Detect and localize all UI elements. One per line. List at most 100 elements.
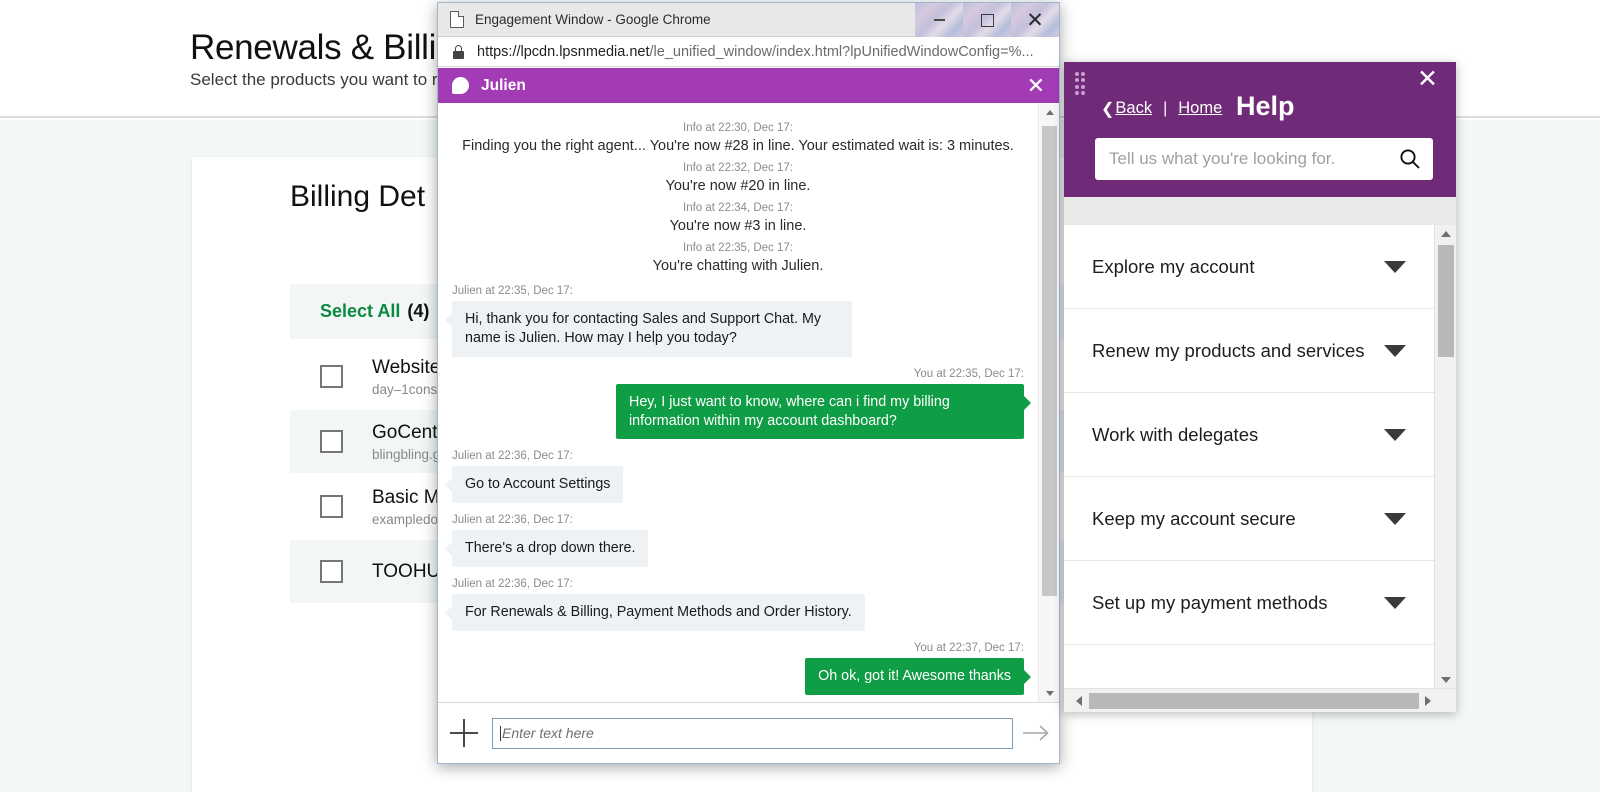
- help-search-input[interactable]: [1109, 149, 1387, 169]
- product-checkbox-3[interactable]: [320, 560, 343, 583]
- help-item-keep-my-account-secure[interactable]: Keep my account secure: [1064, 477, 1434, 561]
- chevron-down-icon: [1384, 260, 1406, 273]
- help-search-box[interactable]: [1095, 138, 1433, 180]
- add-attachment-icon[interactable]: [450, 719, 478, 747]
- help-item-set-up-my-payment-methods[interactable]: Set up my payment methods: [1064, 561, 1434, 645]
- message-time: Info at 22:32, Dec 17:: [683, 162, 793, 174]
- chat-transcript: Info at 22:30, Dec 17: Finding you the r…: [438, 104, 1038, 702]
- chevron-left-icon: ❮: [1101, 101, 1115, 118]
- send-arrow-icon: [1023, 725, 1049, 741]
- help-vertical-scrollbar[interactable]: [1434, 225, 1456, 688]
- close-window-button[interactable]: ✕: [1011, 3, 1059, 37]
- message-time: Info at 22:35, Dec 17:: [683, 242, 793, 254]
- help-item-label: Keep my account secure: [1092, 507, 1296, 529]
- help-topics-list: Explore my account Renew my products and…: [1064, 225, 1456, 688]
- chat-input-bar: Enter text here: [438, 702, 1059, 763]
- message-row: Oh ok, got it! Awesome thanks: [452, 658, 1031, 695]
- page-subtitle: Select the products you want to r: [190, 70, 438, 89]
- message-time: Julien at 22:35, Dec 17:: [452, 285, 573, 297]
- url-text: https://lpcdn.lpsnmedia.net/le_unified_w…: [477, 44, 1034, 60]
- drag-handle-icon[interactable]: [1075, 72, 1089, 96]
- help-back-link[interactable]: Back: [1115, 99, 1152, 118]
- chat-bubble-icon: [452, 77, 469, 94]
- chat-agent-name: Julien: [481, 76, 526, 94]
- help-item-renew-my-products-and-services[interactable]: Renew my products and services: [1064, 309, 1434, 393]
- help-item-work-with-delegates[interactable]: Work with delegates: [1064, 393, 1434, 477]
- message-row: For Renewals & Billing, Payment Methods …: [445, 594, 1024, 632]
- help-hscroll-thumb[interactable]: [1089, 693, 1419, 709]
- help-item-label: Explore my account: [1092, 255, 1255, 277]
- help-panel-header: ✕ ❮ Back | Home Help: [1064, 62, 1456, 197]
- chrome-url-bar[interactable]: https://lpcdn.lpsnmedia.net/le_unified_w…: [438, 37, 1059, 67]
- agent-message-bubble: Hi, thank you for contacting Sales and S…: [445, 301, 852, 357]
- help-scroll-thumb[interactable]: [1438, 245, 1454, 357]
- chat-vertical-scrollbar[interactable]: [1038, 104, 1059, 702]
- message-row: Hey, I just want to know, where can i fi…: [452, 383, 1031, 440]
- help-scroll-down-icon[interactable]: [1435, 671, 1456, 688]
- chat-input-placeholder: Enter text here: [502, 725, 594, 741]
- message-time: Info at 22:30, Dec 17:: [683, 122, 793, 134]
- help-item-explore-my-account[interactable]: Explore my account: [1064, 225, 1434, 309]
- window-controls: ✕: [915, 3, 1059, 37]
- message-row: Go to Account Settings: [444, 466, 1024, 504]
- message-time: Julien at 22:36, Dec 17:: [452, 450, 573, 463]
- engagement-chrome-window: Engagement Window - Google Chrome ✕ http…: [437, 2, 1060, 764]
- message-row: There's a drop down there.: [444, 530, 1024, 568]
- help-home-link[interactable]: Home: [1178, 99, 1222, 118]
- maximize-icon: [963, 3, 1011, 37]
- scroll-down-icon[interactable]: [1039, 685, 1059, 702]
- help-horizontal-scrollbar[interactable]: [1064, 688, 1456, 712]
- search-button[interactable]: [1387, 147, 1433, 171]
- message-row: Hi, thank you for contacting Sales and S…: [445, 301, 1024, 357]
- url-domain: https://lpcdn.lpsnmedia.net: [477, 43, 650, 60]
- user-message-bubble: Hey, I just want to know, where can i fi…: [616, 383, 1031, 440]
- send-message-button[interactable]: [1013, 724, 1059, 742]
- chevron-down-icon: [1384, 428, 1406, 441]
- chevron-down-icon: [1384, 344, 1406, 357]
- help-scroll-left-icon[interactable]: [1070, 689, 1087, 713]
- user-message-bubble: Oh ok, got it! Awesome thanks: [805, 658, 1031, 695]
- product-checkbox-2[interactable]: [320, 495, 343, 518]
- chrome-titlebar[interactable]: Engagement Window - Google Chrome ✕: [438, 3, 1059, 37]
- lock-icon: [453, 44, 464, 59]
- system-message: You're chatting with Julien.: [652, 258, 824, 274]
- maximize-button[interactable]: [963, 3, 1011, 37]
- message-time: Info at 22:34, Dec 17:: [683, 202, 793, 214]
- url-path: /le_unified_window/index.html?lpUnifiedW…: [649, 43, 1034, 60]
- search-icon: [1400, 149, 1420, 169]
- chat-header: Julien ✕: [438, 67, 1059, 103]
- minimize-button[interactable]: [915, 3, 963, 37]
- message-time: Julien at 22:36, Dec 17:: [452, 514, 573, 527]
- close-icon: ✕: [1026, 8, 1044, 32]
- page-title: Renewals & Billing: [190, 28, 475, 67]
- page-document-icon: [450, 11, 464, 28]
- chat-transcript-area: Info at 22:30, Dec 17: Finding you the r…: [438, 104, 1059, 702]
- help-close-button[interactable]: ✕: [1417, 67, 1438, 92]
- help-breadcrumb: ❮ Back | Home: [1101, 98, 1222, 118]
- select-all-count: (4): [407, 301, 430, 321]
- help-item-label: Work with delegates: [1092, 423, 1259, 445]
- chat-scroll-thumb[interactable]: [1042, 126, 1057, 596]
- scroll-up-icon[interactable]: [1039, 104, 1059, 121]
- chrome-window-title: Engagement Window - Google Chrome: [475, 12, 711, 27]
- help-item-label: Renew my products and services: [1092, 339, 1365, 361]
- help-items-viewport: Explore my account Renew my products and…: [1064, 225, 1434, 688]
- help-panel: ✕ ❮ Back | Home Help Explore my account: [1064, 62, 1456, 712]
- minimize-icon: [915, 3, 963, 37]
- text-caret: [500, 725, 501, 741]
- help-title: Help: [1236, 91, 1295, 121]
- chat-close-button[interactable]: ✕: [1027, 74, 1045, 97]
- chevron-down-icon: [1384, 596, 1406, 609]
- select-all-link[interactable]: Select All: [320, 301, 400, 322]
- help-scroll-right-icon[interactable]: [1419, 689, 1436, 713]
- message-time: Julien at 22:36, Dec 17:: [452, 578, 573, 591]
- agent-message-bubble: For Renewals & Billing, Payment Methods …: [445, 594, 865, 632]
- help-divider: [1064, 197, 1456, 225]
- agent-message-bubble: There's a drop down there.: [444, 530, 649, 568]
- chat-text-input[interactable]: Enter text here: [492, 717, 1013, 749]
- chevron-down-icon: [1384, 512, 1406, 525]
- system-message: Finding you the right agent... You're no…: [462, 138, 1014, 154]
- product-checkbox-0[interactable]: [320, 365, 343, 388]
- product-checkbox-1[interactable]: [320, 430, 343, 453]
- help-scroll-up-icon[interactable]: [1435, 225, 1456, 242]
